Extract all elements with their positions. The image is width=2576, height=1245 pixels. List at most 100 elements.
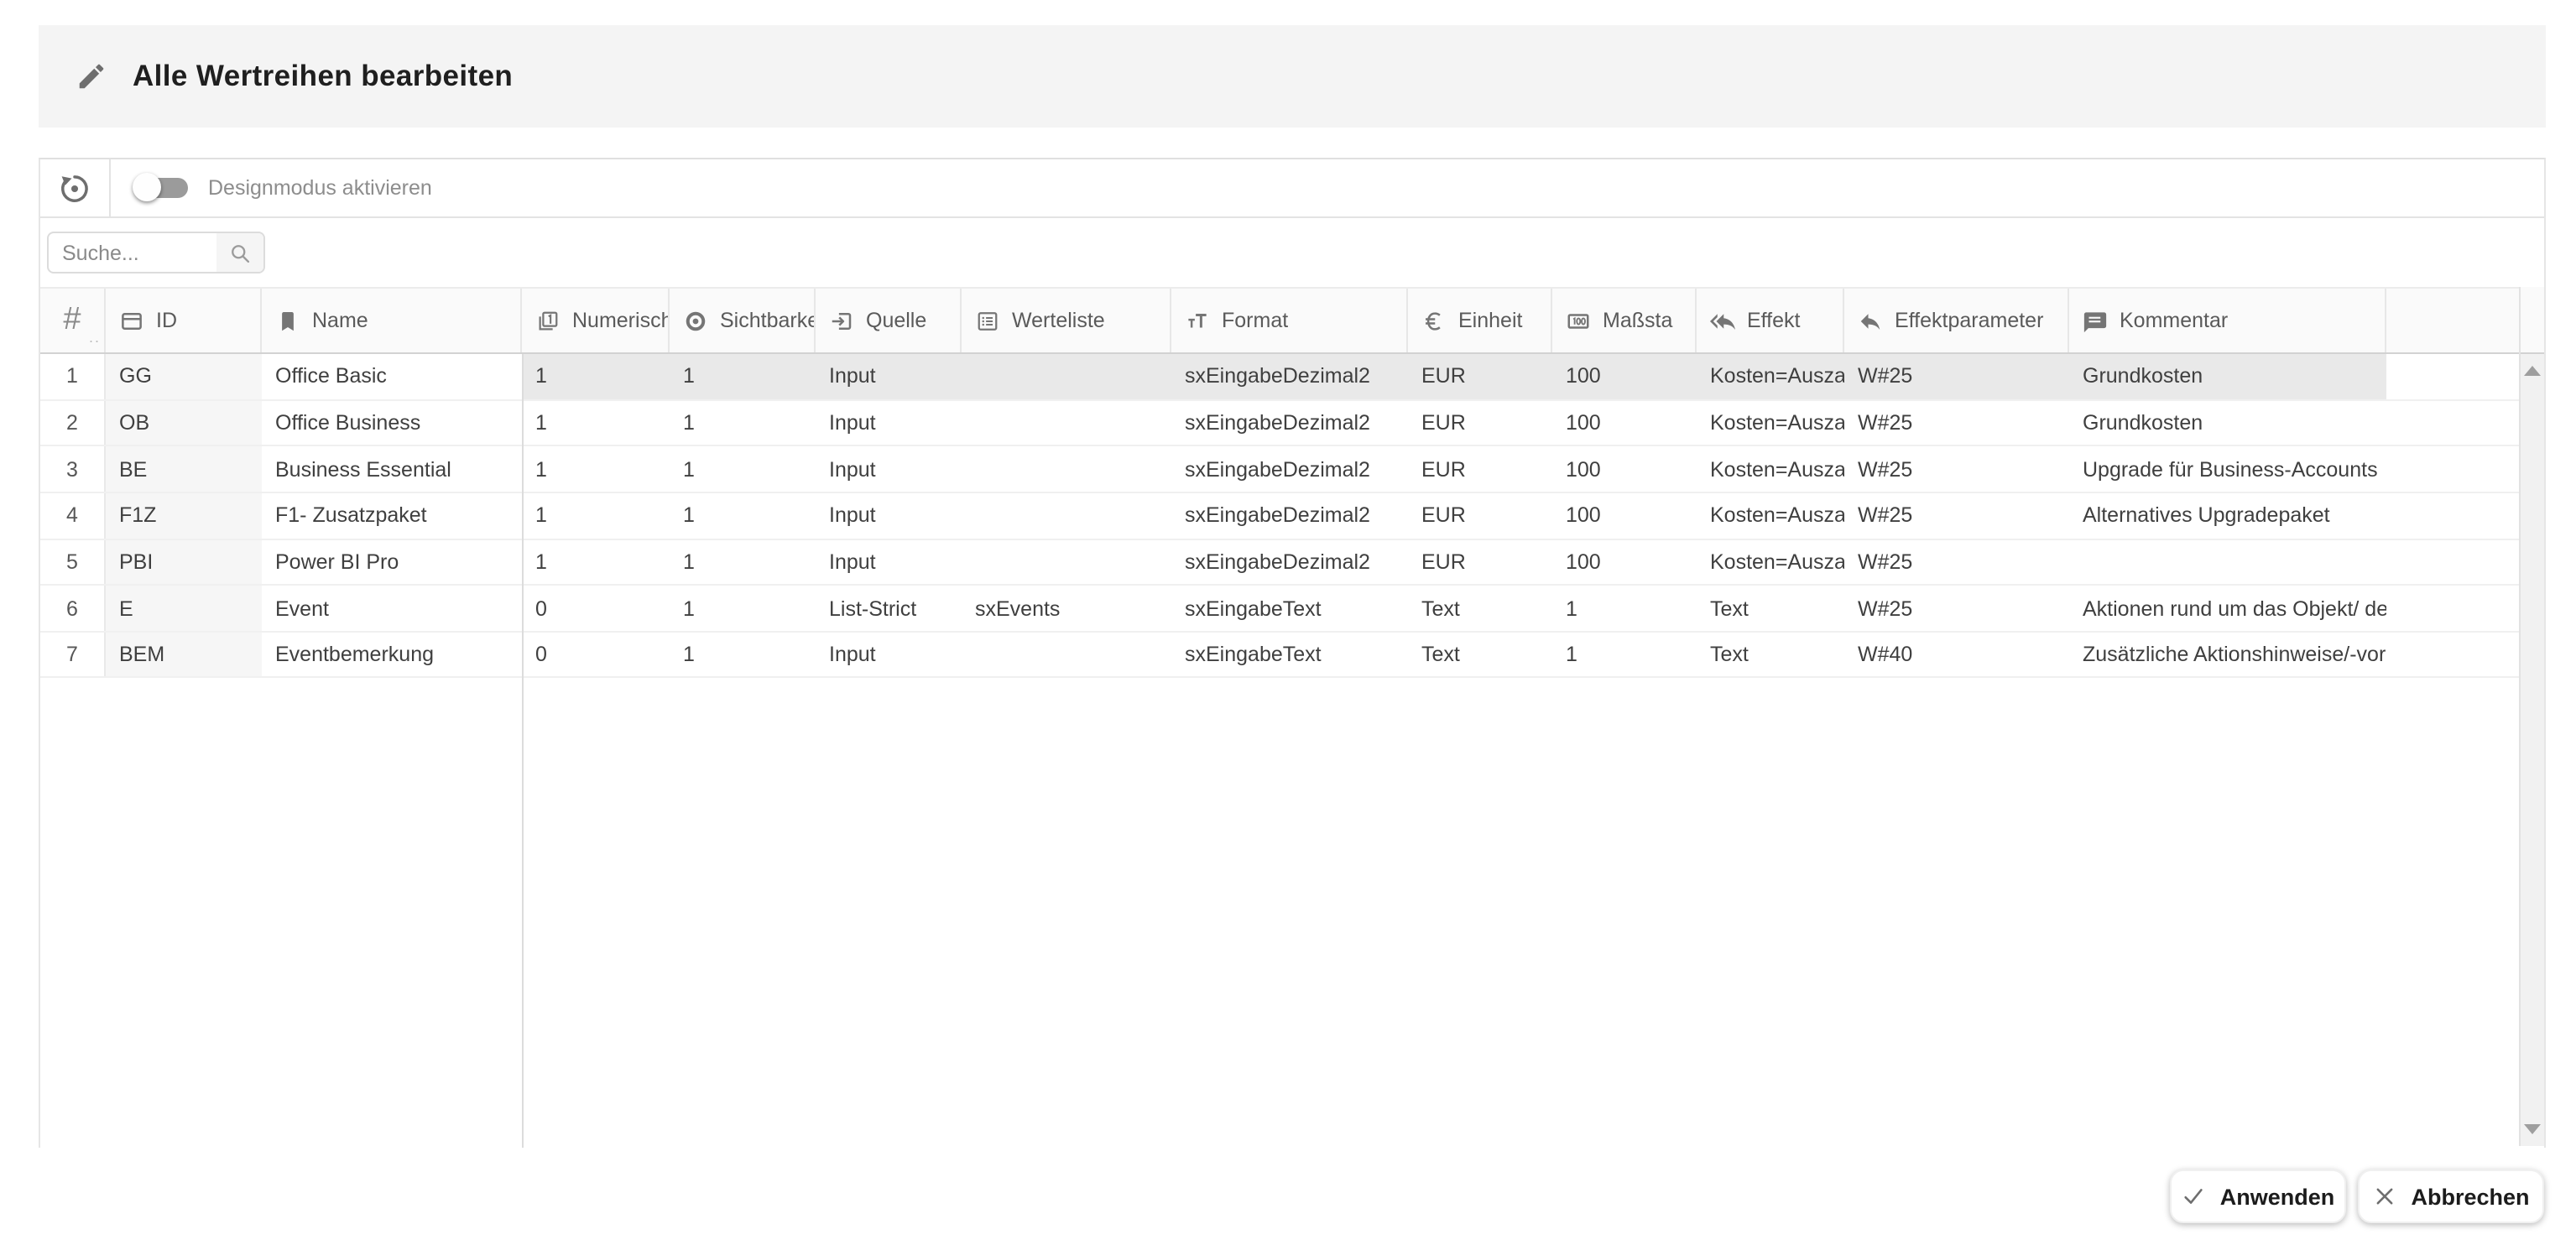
cell-effektparameter[interactable]: W#25	[1844, 400, 2069, 445]
cell-numerisch[interactable]: 1	[522, 354, 670, 399]
column-header-werteliste[interactable]: Werteliste	[962, 289, 1171, 352]
cell-effektparameter[interactable]: W#25	[1844, 447, 2069, 492]
cell-format[interactable]: sxEingabeDezimal2	[1171, 539, 1408, 584]
cell-sichtbarkeit[interactable]: 1	[670, 586, 816, 630]
scroll-down-icon[interactable]	[2524, 1124, 2541, 1134]
cell-effektparameter[interactable]: W#25	[1844, 493, 2069, 538]
cell-kommentar[interactable]: Upgrade für Business-Accounts	[2069, 447, 2386, 492]
cell-id[interactable]: PBI	[106, 539, 262, 584]
cell-effekt[interactable]: Kosten=Ausza...	[1697, 400, 1844, 445]
cell-effektparameter[interactable]: W#25	[1844, 539, 2069, 584]
cell-effekt[interactable]: Kosten=Ausza...	[1697, 354, 1844, 399]
vertical-scrollbar[interactable]	[2519, 287, 2544, 1146]
cell-effekt[interactable]: Kosten=Ausza...	[1697, 539, 1844, 584]
cell-format[interactable]: sxEingabeDezimal2	[1171, 447, 1408, 492]
cell-sichtbarkeit[interactable]: 1	[670, 400, 816, 445]
column-header-format[interactable]: Format	[1171, 289, 1408, 352]
column-header-name[interactable]: Name	[262, 289, 522, 352]
cell-massstab[interactable]: 1	[1552, 586, 1697, 630]
cell-num[interactable]: 2	[40, 400, 106, 445]
cell-num[interactable]: 1	[40, 354, 106, 399]
cell-id[interactable]: F1Z	[106, 493, 262, 538]
cell-id[interactable]: GG	[106, 354, 262, 399]
cell-sichtbarkeit[interactable]: 1	[670, 539, 816, 584]
cell-format[interactable]: sxEingabeText	[1171, 586, 1408, 630]
column-header-numerisch[interactable]: Numerisch	[522, 289, 670, 352]
cell-sichtbarkeit[interactable]: 1	[670, 493, 816, 538]
cell-kommentar[interactable]	[2069, 539, 2386, 584]
cell-sichtbarkeit[interactable]: 1	[670, 633, 816, 677]
cell-effekt[interactable]: Text	[1697, 633, 1844, 677]
column-header-einheit[interactable]: Einheit	[1408, 289, 1552, 352]
cell-format[interactable]: sxEingabeText	[1171, 633, 1408, 677]
cell-id[interactable]: E	[106, 586, 262, 630]
cell-name[interactable]: F1- Zusatzpaket	[262, 493, 522, 538]
cell-id[interactable]: BEM	[106, 633, 262, 677]
cell-numerisch[interactable]: 1	[522, 539, 670, 584]
cell-id[interactable]: OB	[106, 400, 262, 445]
cell-numerisch[interactable]: 1	[522, 493, 670, 538]
cell-effektparameter[interactable]: W#25	[1844, 354, 2069, 399]
cell-name[interactable]: Office Basic	[262, 354, 522, 399]
cell-quelle[interactable]: Input	[816, 633, 962, 677]
cell-einheit[interactable]: EUR	[1408, 354, 1552, 399]
cell-massstab[interactable]: 100	[1552, 539, 1697, 584]
table-row[interactable]: 1GGOffice Basic11InputsxEingabeDezimal2E…	[40, 354, 2544, 400]
cell-einheit[interactable]: EUR	[1408, 493, 1552, 538]
cell-numerisch[interactable]: 1	[522, 447, 670, 492]
cell-werteliste[interactable]	[962, 354, 1171, 399]
cell-name[interactable]: Business Essential	[262, 447, 522, 492]
cell-einheit[interactable]: EUR	[1408, 447, 1552, 492]
cell-sichtbarkeit[interactable]: 1	[670, 354, 816, 399]
column-resize-grip[interactable]: ..	[89, 329, 101, 346]
column-header-effektparameter[interactable]: Effektparameter	[1844, 289, 2069, 352]
cell-werteliste[interactable]	[962, 493, 1171, 538]
history-restore-icon[interactable]	[40, 159, 109, 216]
table-row[interactable]: 2OBOffice Business11InputsxEingabeDezima…	[40, 400, 2544, 446]
cell-name[interactable]: Eventbemerkung	[262, 633, 522, 677]
cell-effektparameter[interactable]: W#40	[1844, 633, 2069, 677]
apply-button[interactable]: Anwenden	[2170, 1169, 2346, 1223]
cancel-button[interactable]: Abbrechen	[2358, 1169, 2544, 1223]
design-mode-toggle[interactable]	[134, 178, 188, 199]
cell-kommentar[interactable]: Grundkosten	[2069, 354, 2386, 399]
cell-werteliste[interactable]	[962, 539, 1171, 584]
search-input[interactable]	[49, 233, 216, 272]
cell-format[interactable]: sxEingabeDezimal2	[1171, 400, 1408, 445]
cell-massstab[interactable]: 100	[1552, 354, 1697, 399]
column-header-massstab[interactable]: Maßsta	[1552, 289, 1697, 352]
cell-einheit[interactable]: EUR	[1408, 400, 1552, 445]
cell-massstab[interactable]: 100	[1552, 400, 1697, 445]
cell-werteliste[interactable]	[962, 400, 1171, 445]
cell-num[interactable]: 6	[40, 586, 106, 630]
table-row[interactable]: 7BEMEventbemerkung01InputsxEingabeTextTe…	[40, 633, 2544, 679]
cell-quelle[interactable]: Input	[816, 400, 962, 445]
cell-kommentar[interactable]: Zusätzliche Aktionshinweise/-vors...	[2069, 633, 2386, 677]
cell-numerisch[interactable]: 0	[522, 633, 670, 677]
cell-kommentar[interactable]: Alternatives Upgradepaket	[2069, 493, 2386, 538]
cell-numerisch[interactable]: 1	[522, 400, 670, 445]
cell-quelle[interactable]: Input	[816, 447, 962, 492]
cell-massstab[interactable]: 100	[1552, 493, 1697, 538]
cell-format[interactable]: sxEingabeDezimal2	[1171, 493, 1408, 538]
search-icon[interactable]	[216, 233, 263, 272]
cell-massstab[interactable]: 1	[1552, 633, 1697, 677]
column-header-kommentar[interactable]: Kommentar	[2069, 289, 2386, 352]
cell-werteliste[interactable]	[962, 447, 1171, 492]
column-header-effekt[interactable]: Effekt	[1697, 289, 1844, 352]
cell-num[interactable]: 7	[40, 633, 106, 677]
table-row[interactable]: 6EEvent01List-StrictsxEventssxEingabeTex…	[40, 586, 2544, 632]
cell-effektparameter[interactable]: W#25	[1844, 586, 2069, 630]
cell-kommentar[interactable]: Aktionen rund um das Objekt/ den ...	[2069, 586, 2386, 630]
column-header-id[interactable]: ID	[106, 289, 262, 352]
table-row[interactable]: 5PBIPower BI Pro11InputsxEingabeDezimal2…	[40, 539, 2544, 586]
cell-quelle[interactable]: Input	[816, 354, 962, 399]
table-row[interactable]: 3BEBusiness Essential11InputsxEingabeDez…	[40, 447, 2544, 493]
table-row[interactable]: 4F1ZF1- Zusatzpaket11InputsxEingabeDezim…	[40, 493, 2544, 539]
scrollbar-track[interactable]	[2521, 354, 2544, 1146]
cell-einheit[interactable]: EUR	[1408, 539, 1552, 584]
cell-format[interactable]: sxEingabeDezimal2	[1171, 354, 1408, 399]
cell-quelle[interactable]: List-Strict	[816, 586, 962, 630]
cell-numerisch[interactable]: 0	[522, 586, 670, 630]
cell-effekt[interactable]: Kosten=Ausza...	[1697, 447, 1844, 492]
